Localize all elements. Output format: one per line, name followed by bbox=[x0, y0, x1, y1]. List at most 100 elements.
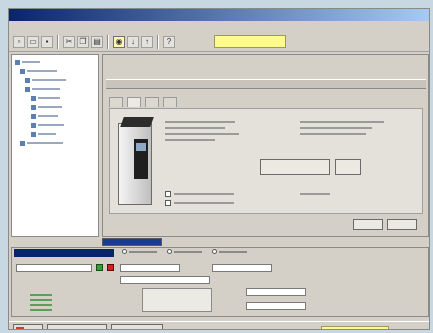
status-ok-icon bbox=[96, 264, 103, 271]
filter-field[interactable] bbox=[120, 276, 210, 284]
tab-2[interactable] bbox=[145, 97, 159, 107]
dialog-buttons bbox=[353, 219, 417, 230]
list-item[interactable] bbox=[30, 304, 52, 306]
paste-icon[interactable]: ▤ bbox=[91, 35, 103, 48]
tree-item-4[interactable] bbox=[15, 94, 95, 102]
parameter-icon bbox=[31, 104, 36, 110]
checkbox-icon bbox=[165, 191, 171, 197]
tree-item-label bbox=[27, 142, 63, 144]
mode-radio-2[interactable] bbox=[212, 249, 247, 254]
tree-item-label bbox=[27, 70, 57, 72]
menu-bar bbox=[9, 21, 429, 31]
value-field[interactable] bbox=[120, 264, 180, 272]
diagnostics-title bbox=[14, 249, 114, 257]
tree-item-label bbox=[38, 124, 64, 126]
folder-icon bbox=[20, 68, 25, 74]
drive-device-image bbox=[118, 117, 156, 207]
tree-item-label bbox=[32, 88, 60, 90]
address-field[interactable] bbox=[16, 264, 92, 272]
list-item[interactable] bbox=[30, 309, 52, 311]
device-action-button[interactable] bbox=[260, 159, 330, 175]
list-item[interactable] bbox=[30, 299, 52, 301]
device-icon bbox=[25, 77, 30, 83]
tree-item-8[interactable] bbox=[15, 130, 95, 138]
param-field[interactable] bbox=[212, 264, 272, 272]
tree-item-5[interactable] bbox=[15, 103, 95, 111]
tree-item-6[interactable] bbox=[15, 112, 95, 120]
tree-item-label bbox=[38, 133, 56, 135]
toolbar-separator bbox=[57, 34, 59, 49]
project-tree bbox=[11, 54, 99, 237]
checkbox-label bbox=[174, 202, 234, 204]
tree-item-7[interactable] bbox=[15, 121, 95, 129]
taskbar-task-1[interactable] bbox=[111, 324, 163, 329]
new-icon[interactable]: ▫ bbox=[13, 35, 25, 48]
diagnostics-panel bbox=[11, 247, 429, 317]
checkbox-icon bbox=[165, 200, 171, 206]
download-icon[interactable]: ↓ bbox=[127, 35, 139, 48]
tree-item-1[interactable] bbox=[15, 67, 95, 75]
parameter-icon bbox=[31, 122, 36, 128]
tree-item-label bbox=[38, 106, 62, 108]
mode-radio-0[interactable] bbox=[122, 249, 157, 254]
window-title-bar[interactable] bbox=[9, 9, 429, 21]
device-footer bbox=[300, 193, 330, 195]
copy-icon[interactable]: ❐ bbox=[77, 35, 89, 48]
mode-radio-group bbox=[122, 249, 247, 254]
status-error-icon bbox=[107, 264, 114, 271]
save-icon[interactable]: ▪ bbox=[41, 35, 53, 48]
dialog-button-1[interactable] bbox=[387, 219, 417, 230]
toolbar-status-field bbox=[214, 35, 286, 48]
folder-icon bbox=[15, 59, 20, 65]
toolbar-separator bbox=[107, 34, 109, 49]
parameter-icon bbox=[31, 95, 36, 101]
toolbar-separator bbox=[157, 34, 159, 49]
app-icon bbox=[16, 327, 24, 329]
dialog-button-0[interactable] bbox=[353, 219, 383, 230]
radio-icon bbox=[212, 249, 217, 254]
device-icon bbox=[25, 86, 30, 92]
taskbar-task-0[interactable] bbox=[47, 324, 107, 329]
tree-item-3[interactable] bbox=[15, 85, 95, 93]
list-item[interactable] bbox=[30, 294, 52, 296]
option-checkbox-2[interactable] bbox=[165, 200, 234, 206]
radio-icon bbox=[167, 249, 172, 254]
device-info bbox=[300, 121, 390, 139]
tab-1[interactable] bbox=[127, 97, 141, 107]
online-icon[interactable]: ◉ bbox=[113, 35, 125, 48]
tree-item-label bbox=[22, 61, 40, 63]
status-indicator bbox=[321, 326, 389, 329]
parameter-icon bbox=[31, 113, 36, 119]
help-icon[interactable]: ? bbox=[163, 35, 175, 48]
open-icon[interactable]: ▭ bbox=[27, 35, 39, 48]
tree-item-label bbox=[32, 79, 66, 81]
tab-3[interactable] bbox=[163, 97, 177, 107]
status-bar bbox=[9, 321, 429, 329]
device-tabs bbox=[109, 97, 423, 107]
parameter-icon bbox=[31, 131, 36, 137]
upload-icon[interactable]: ↑ bbox=[141, 35, 153, 48]
tree-item-label bbox=[38, 97, 60, 99]
tree-item-0[interactable] bbox=[15, 58, 95, 66]
start-button[interactable] bbox=[13, 324, 43, 329]
device-side-button[interactable] bbox=[335, 159, 361, 175]
tree-item-label bbox=[38, 115, 58, 117]
tree-item-2[interactable] bbox=[15, 76, 95, 84]
parameter-grid[interactable] bbox=[142, 288, 212, 312]
actual-field[interactable] bbox=[246, 302, 306, 310]
option-checkbox-1[interactable] bbox=[165, 191, 234, 197]
cut-icon[interactable]: ✂ bbox=[63, 35, 75, 48]
mode-radio-1[interactable] bbox=[167, 249, 202, 254]
device-description bbox=[165, 121, 245, 145]
main-window: ▫ ▭ ▪ ✂ ❐ ▤ ◉ ↓ ↑ ? bbox=[8, 8, 430, 330]
checkbox-label bbox=[174, 193, 234, 195]
diagnostic-list bbox=[30, 294, 70, 314]
main-panel bbox=[102, 54, 429, 237]
panel-header bbox=[106, 79, 426, 89]
radio-icon bbox=[122, 249, 127, 254]
folder-icon bbox=[20, 140, 25, 146]
tree-item-9[interactable] bbox=[15, 139, 95, 147]
window-tab-active[interactable] bbox=[102, 238, 162, 246]
tab-0[interactable] bbox=[109, 97, 123, 107]
setpoint-field[interactable] bbox=[246, 288, 306, 296]
